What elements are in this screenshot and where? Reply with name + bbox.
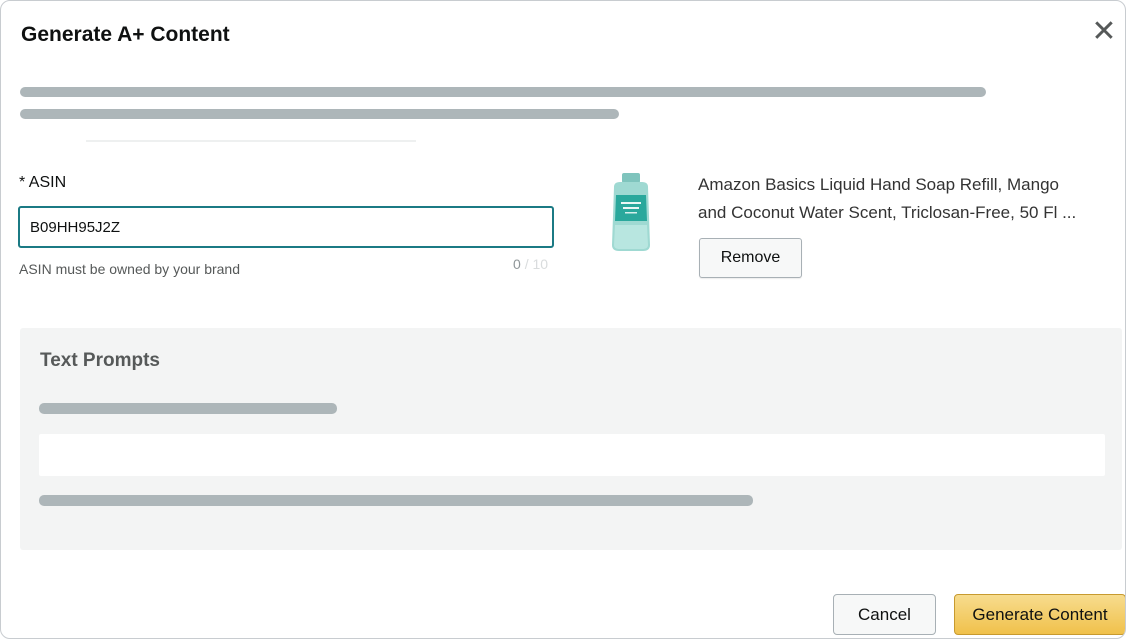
dialog-title: Generate A+ Content (21, 23, 230, 46)
loading-placeholder-line (20, 109, 619, 119)
character-counter: 0 / 10 (513, 256, 548, 272)
product-title-line: Amazon Basics Liquid Hand Soap Refill, M… (698, 175, 1059, 194)
text-prompts-panel: Text Prompts (20, 328, 1122, 550)
asin-helper-text: ASIN must be owned by your brand (19, 261, 241, 277)
loading-placeholder-line (39, 495, 753, 506)
text-prompt-input[interactable] (39, 434, 1105, 476)
product-title-line: and Coconut Water Scent, Triclosan-Free,… (698, 203, 1077, 222)
remove-button[interactable]: Remove (699, 238, 802, 278)
character-count: 0 (513, 256, 521, 272)
divider (86, 140, 416, 142)
product-title: Amazon Basics Liquid Hand Soap Refill, M… (698, 171, 1118, 227)
soap-bottle-image (612, 173, 650, 251)
character-count-max: 10 (532, 256, 549, 272)
loading-placeholder-line (20, 87, 986, 97)
character-count-separator: / (524, 256, 529, 272)
generate-content-dialog: Generate A+ Content ✕ * ASIN ASIN must b… (0, 0, 1126, 639)
close-icon[interactable]: ✕ (1089, 17, 1119, 47)
loading-placeholder-line (39, 403, 337, 414)
asin-label: * ASIN (19, 174, 67, 191)
cancel-button[interactable]: Cancel (833, 594, 936, 635)
text-prompts-title: Text Prompts (40, 350, 161, 371)
asin-input[interactable] (18, 206, 554, 248)
generate-content-button[interactable]: Generate Content (954, 594, 1125, 635)
